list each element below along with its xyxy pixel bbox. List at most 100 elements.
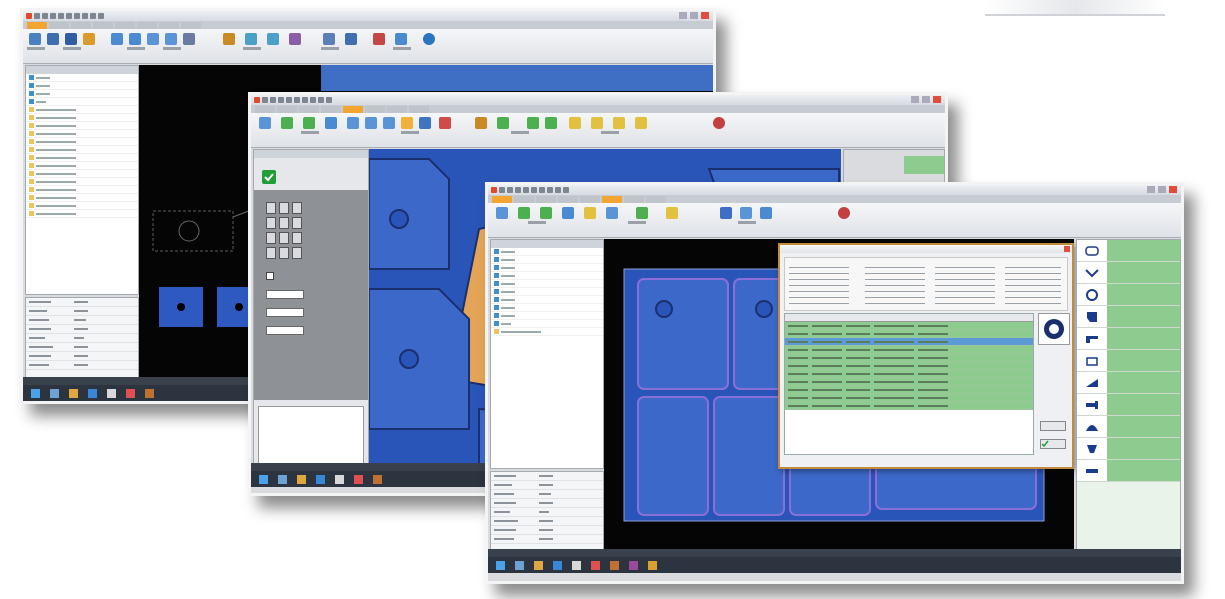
tree-item[interactable] xyxy=(491,320,603,328)
refresh-icon[interactable] xyxy=(423,33,435,45)
tab-active[interactable] xyxy=(602,196,622,203)
tree-item[interactable] xyxy=(26,202,138,210)
parts-list-item[interactable] xyxy=(1077,328,1180,350)
property-row[interactable] xyxy=(491,490,603,499)
layer-icon[interactable] xyxy=(496,207,508,219)
taskbar-app-icon[interactable] xyxy=(572,560,581,570)
bridge-icon[interactable] xyxy=(545,117,557,129)
tree-item[interactable] xyxy=(26,122,138,130)
property-row[interactable] xyxy=(26,343,138,352)
tree-item[interactable] xyxy=(26,170,138,178)
plate-icon[interactable] xyxy=(740,207,752,219)
tab-4[interactable] xyxy=(93,22,113,29)
close-icon[interactable] xyxy=(933,96,941,103)
table-row[interactable] xyxy=(785,362,1033,370)
table-row[interactable] xyxy=(785,346,1033,354)
move-icon[interactable] xyxy=(303,117,315,129)
auto-icon[interactable] xyxy=(497,117,509,129)
path-icon[interactable] xyxy=(267,33,279,45)
sheet-icon[interactable] xyxy=(760,207,772,219)
table-row[interactable] xyxy=(785,354,1033,362)
taskbar-app-icon[interactable] xyxy=(69,388,78,398)
tab-2[interactable] xyxy=(277,106,297,113)
parts-list-item[interactable] xyxy=(1077,262,1180,284)
stop-icon[interactable] xyxy=(713,117,725,129)
tree-item[interactable] xyxy=(26,130,138,138)
taskbar-app-icon[interactable] xyxy=(107,388,116,398)
parts-list-item[interactable] xyxy=(1077,394,1180,416)
tree-item[interactable] xyxy=(26,194,138,202)
tree-item[interactable] xyxy=(26,154,138,162)
tree-item[interactable] xyxy=(26,186,138,194)
window-controls[interactable] xyxy=(911,96,941,103)
tab-7[interactable] xyxy=(387,106,407,113)
value-input[interactable] xyxy=(266,308,304,317)
export-icon[interactable] xyxy=(129,33,141,45)
layer-icon[interactable] xyxy=(259,117,271,129)
taskbar-app-icon[interactable] xyxy=(278,474,287,484)
parts-list-item[interactable] xyxy=(1077,416,1180,438)
close-icon[interactable] xyxy=(1064,246,1070,252)
table-row[interactable] xyxy=(785,330,1033,338)
tab-5[interactable] xyxy=(115,22,135,29)
parts-list-item[interactable] xyxy=(1077,240,1180,262)
import-icon[interactable] xyxy=(111,33,123,45)
tab-home[interactable] xyxy=(27,22,47,29)
tab-3[interactable] xyxy=(299,106,319,113)
save-icon[interactable] xyxy=(65,33,77,45)
tab-1[interactable] xyxy=(255,106,275,113)
taskbar-app-icon[interactable] xyxy=(553,560,562,570)
mirror-icon[interactable] xyxy=(606,207,618,219)
results-table[interactable] xyxy=(784,313,1034,455)
stop-icon[interactable] xyxy=(838,207,850,219)
report-icon[interactable] xyxy=(183,33,195,45)
move-icon[interactable] xyxy=(540,207,552,219)
parts-list-item[interactable] xyxy=(1077,284,1180,306)
tab-6[interactable] xyxy=(137,22,157,29)
taskbar-app-icon[interactable] xyxy=(316,474,325,484)
settings-icon[interactable] xyxy=(323,33,335,45)
lead-icon[interactable] xyxy=(527,117,539,129)
tree-item[interactable] xyxy=(491,264,603,272)
tree-item[interactable] xyxy=(26,178,138,186)
layout-icon[interactable] xyxy=(147,33,159,45)
parts-list-item[interactable] xyxy=(1077,460,1180,482)
taskbar-app-icon[interactable] xyxy=(534,560,543,570)
taskbar-app-icon[interactable] xyxy=(50,388,59,398)
tab-3[interactable] xyxy=(536,196,556,203)
tree-item[interactable] xyxy=(26,162,138,170)
tab-5[interactable] xyxy=(580,196,600,203)
parts-list-item[interactable] xyxy=(1077,372,1180,394)
tab-7[interactable] xyxy=(159,22,179,29)
tab-8[interactable] xyxy=(409,106,429,113)
value-input[interactable] xyxy=(266,290,304,299)
property-row[interactable] xyxy=(491,472,603,481)
new-file-icon[interactable] xyxy=(29,33,41,45)
simulate-icon[interactable] xyxy=(289,33,301,45)
rotate-icon[interactable] xyxy=(562,207,574,219)
close-icon[interactable] xyxy=(1169,186,1177,193)
sequence-icon[interactable] xyxy=(613,117,625,129)
rotate-icon[interactable] xyxy=(325,117,337,129)
tree-item[interactable] xyxy=(491,312,603,320)
parts-list-item[interactable] xyxy=(1077,350,1180,372)
taskbar-app-icon[interactable] xyxy=(88,388,97,398)
tree-item[interactable] xyxy=(26,146,138,154)
lead-icon[interactable] xyxy=(666,207,678,219)
property-row[interactable] xyxy=(491,517,603,526)
table-row[interactable] xyxy=(785,394,1033,402)
tree-item[interactable] xyxy=(491,304,603,312)
tab-home[interactable] xyxy=(492,196,512,203)
tab-2[interactable] xyxy=(514,196,534,203)
tree-item[interactable] xyxy=(26,90,138,98)
quick-access-toolbar[interactable] xyxy=(254,97,332,103)
measure-icon[interactable] xyxy=(245,33,257,45)
table-row[interactable] xyxy=(785,386,1033,394)
taskbar-app-icon[interactable] xyxy=(126,388,135,398)
value-input[interactable] xyxy=(266,326,304,335)
tree-item[interactable] xyxy=(491,248,603,256)
table-row[interactable] xyxy=(785,338,1033,346)
taskbar-app-icon[interactable] xyxy=(145,388,154,398)
open-file-icon[interactable] xyxy=(47,33,59,45)
quick-access-toolbar[interactable] xyxy=(491,187,569,193)
